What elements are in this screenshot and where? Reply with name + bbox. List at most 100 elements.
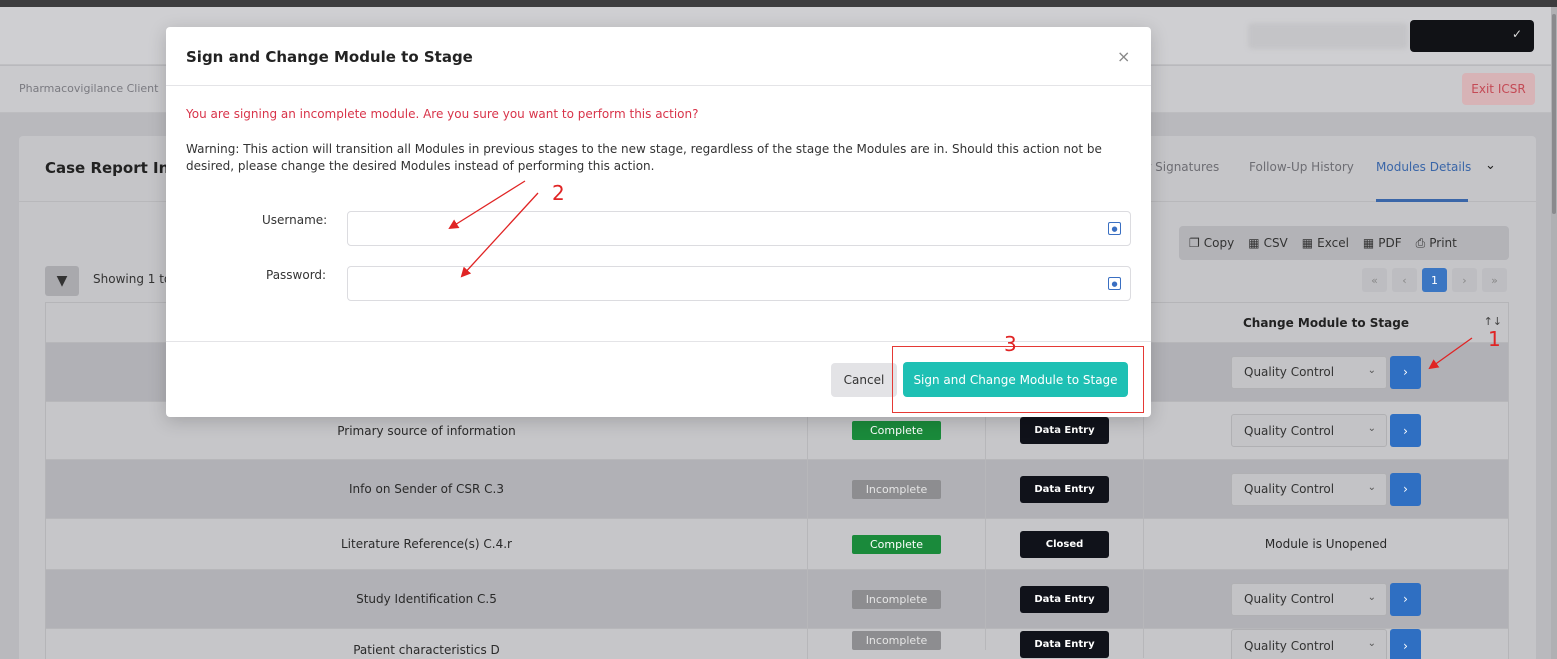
- tab-modules-details[interactable]: Modules Details: [1376, 160, 1471, 174]
- status-badge: Incomplete: [852, 589, 941, 609]
- page-next-button[interactable]: ›: [1452, 268, 1477, 292]
- print-button[interactable]: ⎙ Print: [1416, 236, 1457, 251]
- cancel-button[interactable]: Cancel: [831, 363, 897, 397]
- pagination: « ‹ 1 › »: [1362, 268, 1507, 292]
- change-stage-go-button[interactable]: ›: [1390, 355, 1421, 389]
- pdf-icon: ▦: [1362, 236, 1375, 250]
- incomplete-module-alert: You are signing an incomplete module. Ar…: [186, 107, 699, 121]
- top-strip: [0, 0, 1557, 7]
- chevron-down-icon: ⌄: [1367, 423, 1376, 434]
- password-input[interactable]: [348, 267, 1130, 300]
- exit-icsr-button[interactable]: Exit ICSR: [1462, 73, 1535, 105]
- filter-button[interactable]: ▼: [45, 266, 79, 296]
- breadcrumb[interactable]: Pharmacovigilance Client: [19, 82, 158, 95]
- page-first-button[interactable]: «: [1362, 268, 1387, 292]
- stage-select[interactable]: Quality Control ⌄: [1231, 414, 1387, 447]
- table-row: Info on Sender of CSR C.3 Incomplete Dat…: [46, 460, 1508, 519]
- module-unopened-text: Module is Unopened: [1264, 537, 1388, 551]
- change-stage-cell: Quality Control ⌄ ›: [1144, 629, 1508, 659]
- change-stage-go-button[interactable]: ›: [1390, 629, 1421, 659]
- chevron-right-icon: ›: [1403, 638, 1408, 653]
- page-current-button[interactable]: 1: [1422, 268, 1447, 292]
- chevron-right-icon: ›: [1403, 482, 1408, 496]
- change-stage-cell: Module is Unopened: [1144, 519, 1508, 569]
- module-name-cell: Study Identification C.5: [46, 570, 808, 628]
- csv-button[interactable]: ▦ CSV: [1248, 236, 1288, 250]
- stage-badge: Data Entry: [1020, 417, 1109, 444]
- module-name-cell: Info on Sender of CSR C.3: [46, 460, 808, 518]
- stage-select[interactable]: Quality Control ⌄: [1231, 629, 1387, 659]
- change-stage-cell: Quality Control ⌄ ›: [1144, 460, 1508, 518]
- chevron-down-icon: ⌄: [1367, 481, 1376, 493]
- change-stage-go-button[interactable]: ›: [1390, 472, 1421, 506]
- change-stage-go-button[interactable]: ›: [1390, 414, 1421, 447]
- stage-cell: Closed: [986, 519, 1144, 569]
- chevron-down-icon: ✓: [1511, 27, 1522, 41]
- username-label: Username:: [262, 213, 328, 227]
- stage-cell: Data Entry: [986, 570, 1144, 628]
- annotation-number-1: 1: [1488, 327, 1501, 351]
- change-stage-cell: Quality Control ⌄ ›: [1144, 570, 1508, 628]
- active-tab-indicator: [1376, 199, 1468, 202]
- annotation-number-3: 3: [1004, 332, 1017, 356]
- chevron-down-icon[interactable]: ⌄: [1485, 158, 1496, 173]
- table-row: Literature Reference(s) C.4.r Complete C…: [46, 519, 1508, 570]
- pdf-button[interactable]: ▦ PDF: [1363, 236, 1402, 250]
- tab-signatures[interactable]: er Signatures: [1139, 160, 1219, 174]
- change-stage-go-button[interactable]: ›: [1390, 582, 1421, 616]
- chevron-right-icon: ›: [1403, 592, 1408, 606]
- user-menu-button[interactable]: ✓: [1410, 20, 1534, 52]
- chevron-right-icon: ›: [1403, 365, 1408, 379]
- showing-entries-text: Showing 1 to: [93, 272, 172, 286]
- chevron-down-icon: ⌄: [1367, 638, 1376, 649]
- status-cell: Incomplete: [808, 570, 986, 628]
- password-label: Password:: [266, 268, 327, 282]
- stage-badge: Data Entry: [1020, 585, 1109, 613]
- excel-icon: ▦: [1301, 236, 1314, 250]
- change-stage-cell: Quality Control ⌄ ›: [1144, 343, 1508, 401]
- filter-icon: ▼: [56, 273, 68, 289]
- chevron-down-icon: ⌄: [1367, 591, 1376, 603]
- password-manager-icon[interactable]: ●: [1108, 222, 1121, 235]
- stage-select[interactable]: Quality Control ⌄: [1231, 472, 1387, 506]
- table-row: Study Identification C.5 Incomplete Data…: [46, 570, 1508, 629]
- stage-badge: Data Entry: [1020, 631, 1109, 658]
- status-cell: Complete: [808, 519, 986, 569]
- password-field-wrapper: ●: [347, 266, 1131, 301]
- status-badge: Incomplete: [852, 479, 941, 499]
- change-stage-cell: Quality Control ⌄ ›: [1144, 402, 1508, 459]
- stage-cell: Data Entry: [986, 629, 1144, 658]
- copy-button[interactable]: ❐ Copy: [1189, 236, 1234, 250]
- stage-select[interactable]: Quality Control ⌄: [1231, 582, 1387, 616]
- annotation-number-2: 2: [552, 181, 565, 205]
- user-name-blurred: [1248, 23, 1408, 49]
- password-manager-icon[interactable]: ●: [1108, 277, 1121, 290]
- module-name-cell: Literature Reference(s) C.4.r: [46, 519, 808, 569]
- scrollbar-thumb[interactable]: [1552, 14, 1556, 214]
- chevron-right-icon: ›: [1403, 423, 1408, 438]
- stage-badge: Data Entry: [1020, 475, 1109, 503]
- module-name-cell: Patient characteristics D: [46, 629, 808, 659]
- stage-select[interactable]: Quality Control ⌄: [1231, 355, 1387, 389]
- status-badge: Complete: [852, 534, 941, 554]
- header-label: Change Module to Stage: [1242, 315, 1409, 330]
- excel-button[interactable]: ▦ Excel: [1302, 236, 1349, 250]
- status-cell: Incomplete: [808, 629, 986, 650]
- status-badge: Incomplete: [852, 631, 941, 650]
- modal-header: Sign and Change Module to Stage ×: [166, 27, 1151, 86]
- card-title: Case Report Info: [45, 159, 187, 177]
- chevron-down-icon: ⌄: [1367, 364, 1376, 376]
- annotation-highlight-box: [892, 346, 1144, 413]
- status-cell: Incomplete: [808, 460, 986, 518]
- export-toolbar: ❐ Copy ▦ CSV ▦ Excel ▦ PDF ⎙ Print: [1179, 226, 1509, 260]
- print-icon: ⎙: [1415, 235, 1426, 250]
- modal-title: Sign and Change Module to Stage: [186, 48, 473, 66]
- page-prev-button[interactable]: ‹: [1392, 268, 1417, 292]
- tab-follow-up-history[interactable]: Follow-Up History: [1249, 160, 1354, 174]
- close-icon[interactable]: ×: [1117, 47, 1130, 66]
- username-input[interactable]: [348, 212, 1130, 245]
- copy-icon: ❐: [1189, 236, 1200, 250]
- transition-warning-text: Warning: This action will transition all…: [186, 142, 1102, 173]
- page-last-button[interactable]: »: [1482, 268, 1507, 292]
- header-cell-change-stage[interactable]: Change Module to Stage ↑↓: [1144, 303, 1508, 342]
